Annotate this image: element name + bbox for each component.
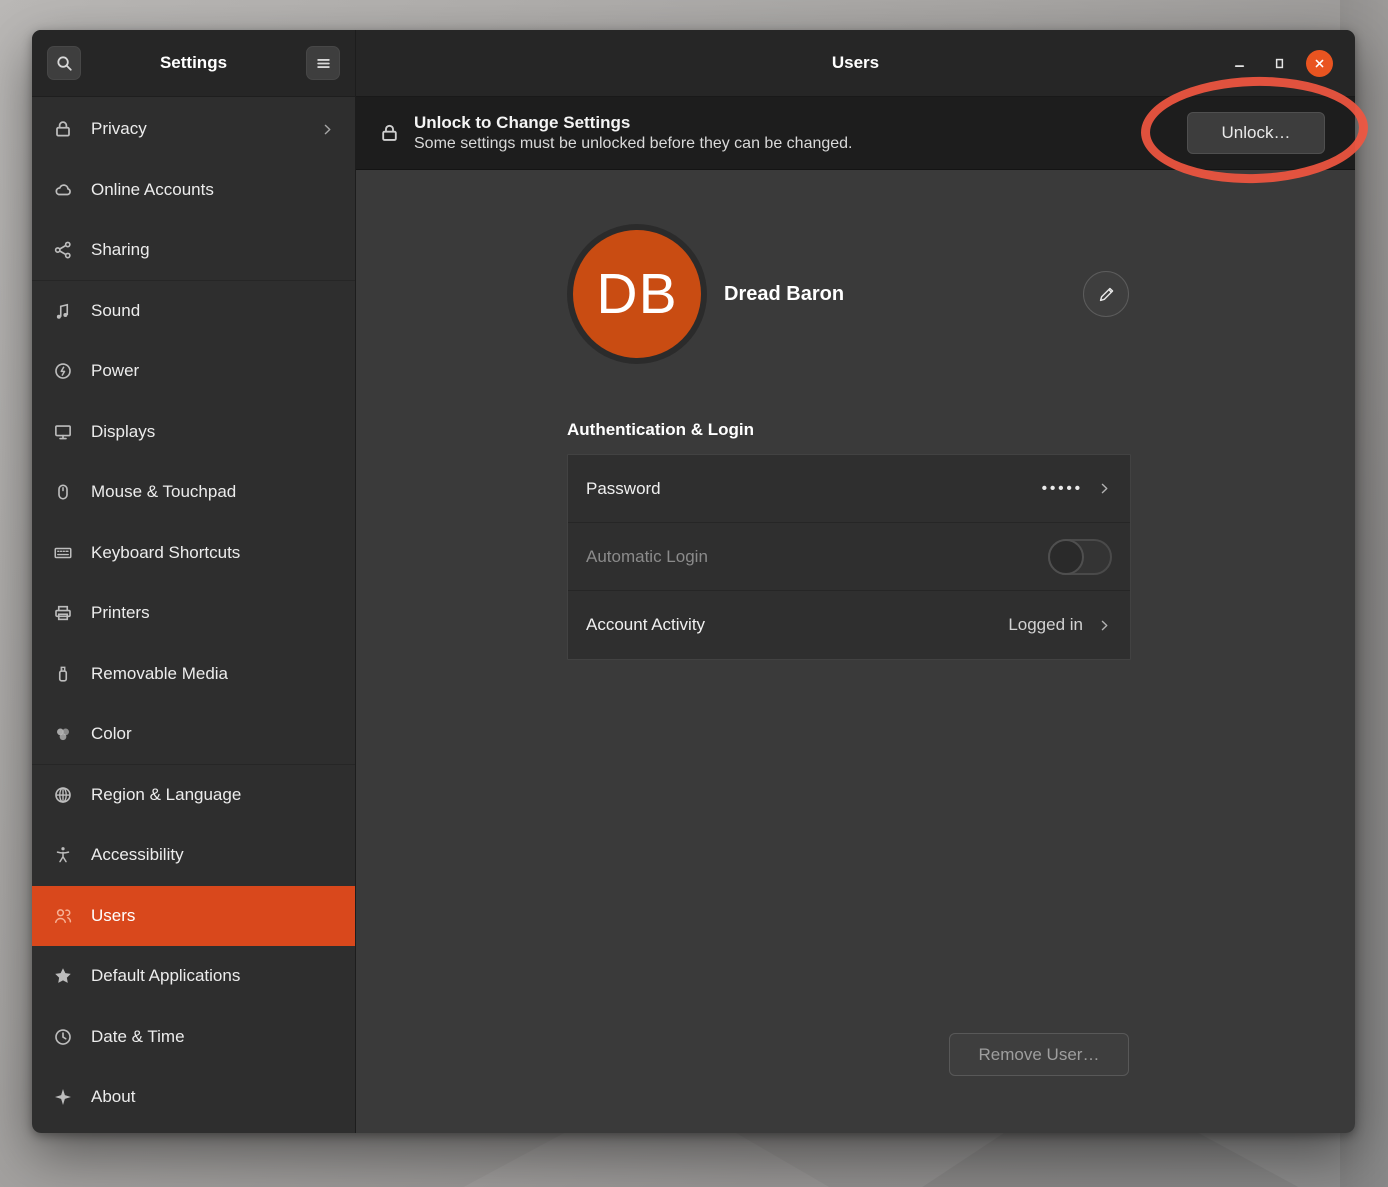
mouse-icon	[52, 481, 74, 503]
music-note-icon	[52, 300, 74, 322]
sidebar-item-power[interactable]: Power	[32, 341, 355, 402]
automatic-login-toggle[interactable]	[1048, 539, 1112, 575]
password-row[interactable]: Password •••••	[568, 455, 1130, 523]
page-title: Users	[832, 53, 879, 73]
sidebar-item-accessibility[interactable]: Accessibility	[32, 825, 355, 886]
sidebar-item-default-applications[interactable]: Default Applications	[32, 946, 355, 1007]
sidebar-item-label: Online Accounts	[91, 180, 335, 200]
sidebar-item-color[interactable]: Color	[32, 704, 355, 765]
app-title: Settings	[81, 53, 306, 73]
automatic-login-row: Automatic Login	[568, 523, 1130, 591]
users-content: DB Dread Baron Authentication & Login Pa…	[356, 170, 1355, 1133]
sidebar-item-privacy[interactable]: Privacy	[32, 99, 355, 160]
account-activity-row[interactable]: Account Activity Logged in	[568, 591, 1130, 659]
sidebar-item-online-accounts[interactable]: Online Accounts	[32, 160, 355, 221]
account-activity-value: Logged in	[1008, 615, 1083, 635]
desktop-background: Settings Privacy Online Accounts	[0, 0, 1388, 1187]
sidebar-item-date-time[interactable]: Date & Time	[32, 1007, 355, 1068]
color-icon	[52, 723, 74, 745]
hamburger-icon	[314, 54, 333, 73]
edit-name-button[interactable]	[1083, 271, 1129, 317]
banner-subtitle: Some settings must be unlocked before th…	[414, 134, 853, 154]
usb-drive-icon	[52, 663, 74, 685]
sidebar-item-sharing[interactable]: Sharing	[32, 220, 355, 281]
maximize-icon	[1271, 55, 1288, 72]
sidebar-item-displays[interactable]: Displays	[32, 402, 355, 463]
sidebar-item-removable-media[interactable]: Removable Media	[32, 644, 355, 705]
sparkle-icon	[52, 1086, 74, 1108]
avatar-ring: DB	[567, 224, 707, 364]
password-value: •••••	[1042, 480, 1083, 497]
sidebar-item-label: Default Applications	[91, 966, 335, 986]
auth-section-heading: Authentication & Login	[567, 420, 1129, 440]
sidebar-list: Privacy Online Accounts Sharing	[32, 97, 355, 1133]
users-icon	[52, 905, 74, 927]
banner-title: Unlock to Change Settings	[414, 112, 853, 133]
sidebar-item-about[interactable]: About	[32, 1067, 355, 1128]
sidebar-item-label: Color	[91, 724, 335, 744]
chevron-right-icon	[1097, 481, 1112, 496]
printer-icon	[52, 602, 74, 624]
sidebar-item-label: Users	[91, 906, 335, 926]
sidebar-item-label: Region & Language	[91, 785, 335, 805]
unlock-banner: Unlock to Change Settings Some settings …	[356, 97, 1355, 170]
sidebar-header: Settings	[32, 30, 355, 97]
unlock-button[interactable]: Unlock…	[1187, 112, 1325, 154]
sidebar-item-label: Keyboard Shortcuts	[91, 543, 335, 563]
star-icon	[52, 965, 74, 987]
sidebar-item-label: Mouse & Touchpad	[91, 482, 335, 502]
sidebar-item-users[interactable]: Users	[32, 886, 355, 947]
sidebar-item-label: Accessibility	[91, 845, 335, 865]
account-activity-label: Account Activity	[586, 615, 994, 635]
search-button[interactable]	[47, 46, 81, 80]
display-icon	[52, 421, 74, 443]
sidebar-item-label: Removable Media	[91, 664, 335, 684]
remove-user-button[interactable]: Remove User…	[949, 1033, 1129, 1076]
keyboard-icon	[52, 542, 74, 564]
toggle-knob	[1048, 539, 1084, 575]
password-label: Password	[586, 479, 1028, 499]
share-icon	[52, 239, 74, 261]
automatic-login-label: Automatic Login	[586, 547, 1034, 567]
main-pane: Users Unlock to Change Settings Some set…	[356, 30, 1355, 1133]
cloud-icon	[52, 179, 74, 201]
minimize-button[interactable]	[1226, 50, 1253, 77]
globe-icon	[52, 784, 74, 806]
sidebar-item-region-language[interactable]: Region & Language	[32, 765, 355, 826]
chevron-right-icon	[320, 122, 335, 137]
window-controls	[1226, 30, 1333, 96]
sidebar-item-keyboard-shortcuts[interactable]: Keyboard Shortcuts	[32, 523, 355, 584]
settings-window: Settings Privacy Online Accounts	[32, 30, 1355, 1133]
search-icon	[55, 54, 74, 73]
sidebar-item-printers[interactable]: Printers	[32, 583, 355, 644]
sidebar-item-label: Sound	[91, 301, 335, 321]
chevron-right-icon	[1097, 618, 1112, 633]
menu-button[interactable]	[306, 46, 340, 80]
close-button[interactable]	[1306, 50, 1333, 77]
lock-icon	[52, 118, 74, 140]
sidebar-item-label: Displays	[91, 422, 335, 442]
sidebar-item-label: Date & Time	[91, 1027, 335, 1047]
clock-icon	[52, 1026, 74, 1048]
pencil-icon	[1097, 285, 1116, 304]
maximize-button[interactable]	[1266, 50, 1293, 77]
sidebar: Settings Privacy Online Accounts	[32, 30, 356, 1133]
accessibility-icon	[52, 844, 74, 866]
sidebar-item-label: Privacy	[91, 119, 303, 139]
auth-section: Password ••••• Automatic Login Account A…	[567, 454, 1131, 660]
sidebar-item-label: About	[91, 1087, 335, 1107]
sidebar-item-label: Sharing	[91, 240, 335, 260]
sidebar-item-label: Printers	[91, 603, 335, 623]
sidebar-item-label: Power	[91, 361, 335, 381]
lock-icon	[379, 121, 400, 145]
user-name: Dread Baron	[724, 283, 844, 306]
sidebar-item-mouse-touchpad[interactable]: Mouse & Touchpad	[32, 462, 355, 523]
sidebar-item-sound[interactable]: Sound	[32, 281, 355, 342]
avatar: DB	[573, 230, 701, 358]
titlebar[interactable]: Users	[356, 30, 1355, 97]
minimize-icon	[1231, 55, 1248, 72]
power-icon	[52, 360, 74, 382]
user-card: DB Dread Baron	[567, 224, 1129, 364]
close-icon	[1311, 55, 1328, 72]
